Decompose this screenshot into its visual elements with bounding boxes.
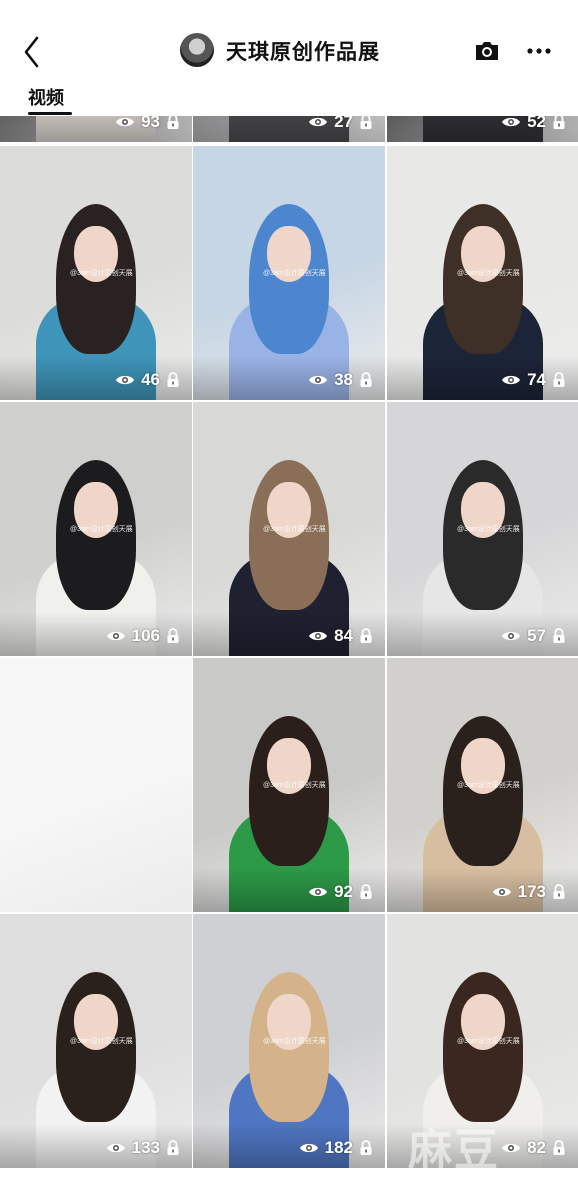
view-count: 38 <box>334 370 353 389</box>
camera-button[interactable] <box>472 36 502 66</box>
view-count: 74 <box>527 370 546 389</box>
video-tile[interactable]: @3am设计原创天展 84 <box>193 402 385 656</box>
video-tile[interactable]: @3am设计原创天展 74 <box>387 146 578 400</box>
view-stats: 82 <box>501 1138 566 1158</box>
video-tile[interactable]: @3am设计原创天展 173 <box>387 658 578 912</box>
view-stats: 74 <box>501 370 566 390</box>
view-stats: 52 <box>501 116 566 132</box>
view-count: 173 <box>517 882 546 901</box>
eye-icon <box>299 1143 318 1153</box>
tab-active-indicator <box>28 112 72 115</box>
thumbnail-watermark: @3am设计原创天展 <box>263 526 326 533</box>
eye-icon <box>309 631 328 641</box>
thumbnail-watermark: @3am设计原创天展 <box>457 1038 520 1045</box>
thumbnail-watermark: @3am设计原创天展 <box>263 270 326 277</box>
eye-icon <box>502 1143 521 1153</box>
view-stats: 46 <box>115 370 180 390</box>
eye-icon <box>502 117 521 127</box>
video-thumbnail <box>0 658 192 912</box>
thumbnail-watermark: @3am设计原创天展 <box>70 270 133 277</box>
view-count: 27 <box>334 116 353 131</box>
view-count: 106 <box>131 626 160 645</box>
thumbnail-watermark: @3am设计原创天展 <box>457 270 520 277</box>
video-tile[interactable]: @3am设计原创天展 57 <box>387 402 578 656</box>
lock-icon <box>553 884 565 899</box>
view-stats: 182 <box>299 1138 373 1158</box>
video-tile[interactable]: @3am设计原创天展 46 <box>0 146 192 400</box>
eye-icon <box>116 375 135 385</box>
thumbnail-watermark: @3am设计原创天展 <box>263 1038 326 1045</box>
camera-icon <box>476 42 498 60</box>
lock-icon <box>553 1140 565 1155</box>
view-count: 93 <box>141 116 160 131</box>
view-count: 92 <box>334 882 353 901</box>
back-button[interactable] <box>18 34 48 70</box>
view-count: 84 <box>334 626 353 645</box>
video-tile[interactable]: @3am设计原创天展52 <box>387 116 578 142</box>
thumbnail-watermark: @3am设计原创天展 <box>457 782 520 789</box>
lock-icon <box>360 884 372 899</box>
video-tile[interactable]: @3am设计原创天展27 <box>193 116 385 142</box>
thumbnail-watermark: @3am设计原创天展 <box>457 526 520 533</box>
view-stats: 106 <box>106 626 180 646</box>
view-count: 133 <box>131 1138 160 1157</box>
eye-icon <box>492 887 511 897</box>
lock-icon <box>553 628 565 643</box>
view-stats: 173 <box>492 882 566 902</box>
eye-icon <box>502 375 521 385</box>
video-tile[interactable]: @3am设计原创天展 106 <box>0 402 192 656</box>
lock-icon <box>360 372 372 387</box>
thumbnail-watermark: @3am设计原创天展 <box>70 1038 133 1045</box>
video-tile[interactable]: @3am设计原创天展 92 <box>193 658 385 912</box>
avatar[interactable] <box>180 33 214 67</box>
lock-icon <box>360 628 372 643</box>
chevron-left-icon <box>24 36 39 68</box>
eye-icon <box>309 117 328 127</box>
view-stats: 27 <box>308 116 373 132</box>
tab-videos[interactable]: 视频 <box>28 84 64 110</box>
video-tile[interactable]: @3am设计原创天展 38 <box>193 146 385 400</box>
view-stats: 38 <box>308 370 373 390</box>
view-stats: 133 <box>106 1138 180 1158</box>
view-count: 182 <box>324 1138 353 1157</box>
top-bar: 天琪原创作品展 视频 <box>0 0 578 115</box>
view-count: 46 <box>141 370 160 389</box>
video-tile[interactable] <box>0 658 192 912</box>
video-tile[interactable]: @3am设计原创天展93 <box>0 116 192 142</box>
lock-icon <box>360 116 372 129</box>
eye-icon <box>106 1143 125 1153</box>
eye-icon <box>502 631 521 641</box>
lock-icon <box>167 628 179 643</box>
video-tile[interactable]: @3am设计原创天展 182 <box>193 914 385 1168</box>
eye-icon <box>309 887 328 897</box>
lock-icon <box>167 116 179 129</box>
lock-icon <box>553 372 565 387</box>
eye-icon <box>116 117 135 127</box>
page-title: 天琪原创作品展 <box>226 41 380 64</box>
more-options-button[interactable] <box>524 36 554 66</box>
eye-icon <box>309 375 328 385</box>
more-horizontal-icon <box>527 48 551 54</box>
lock-icon <box>553 116 565 129</box>
view-stats: 84 <box>308 626 373 646</box>
lock-icon <box>167 372 179 387</box>
thumbnail-watermark: @3am设计原创天展 <box>70 526 133 533</box>
view-stats: 93 <box>115 116 180 132</box>
view-count: 82 <box>527 1138 546 1157</box>
video-tile[interactable]: @3am设计原创天展 133 <box>0 914 192 1168</box>
video-grid: @3am设计原创天展93@3am设计原创天展27@3am设计原创天展52@3am… <box>0 116 578 1200</box>
view-stats: 92 <box>308 882 373 902</box>
view-count: 57 <box>527 626 546 645</box>
video-tile[interactable]: @3am设计原创天展 82 <box>387 914 578 1168</box>
lock-icon <box>360 1140 372 1155</box>
lock-icon <box>167 1140 179 1155</box>
thumbnail-watermark: @3am设计原创天展 <box>263 782 326 789</box>
view-count: 52 <box>527 116 546 131</box>
eye-icon <box>106 631 125 641</box>
view-stats: 57 <box>501 626 566 646</box>
